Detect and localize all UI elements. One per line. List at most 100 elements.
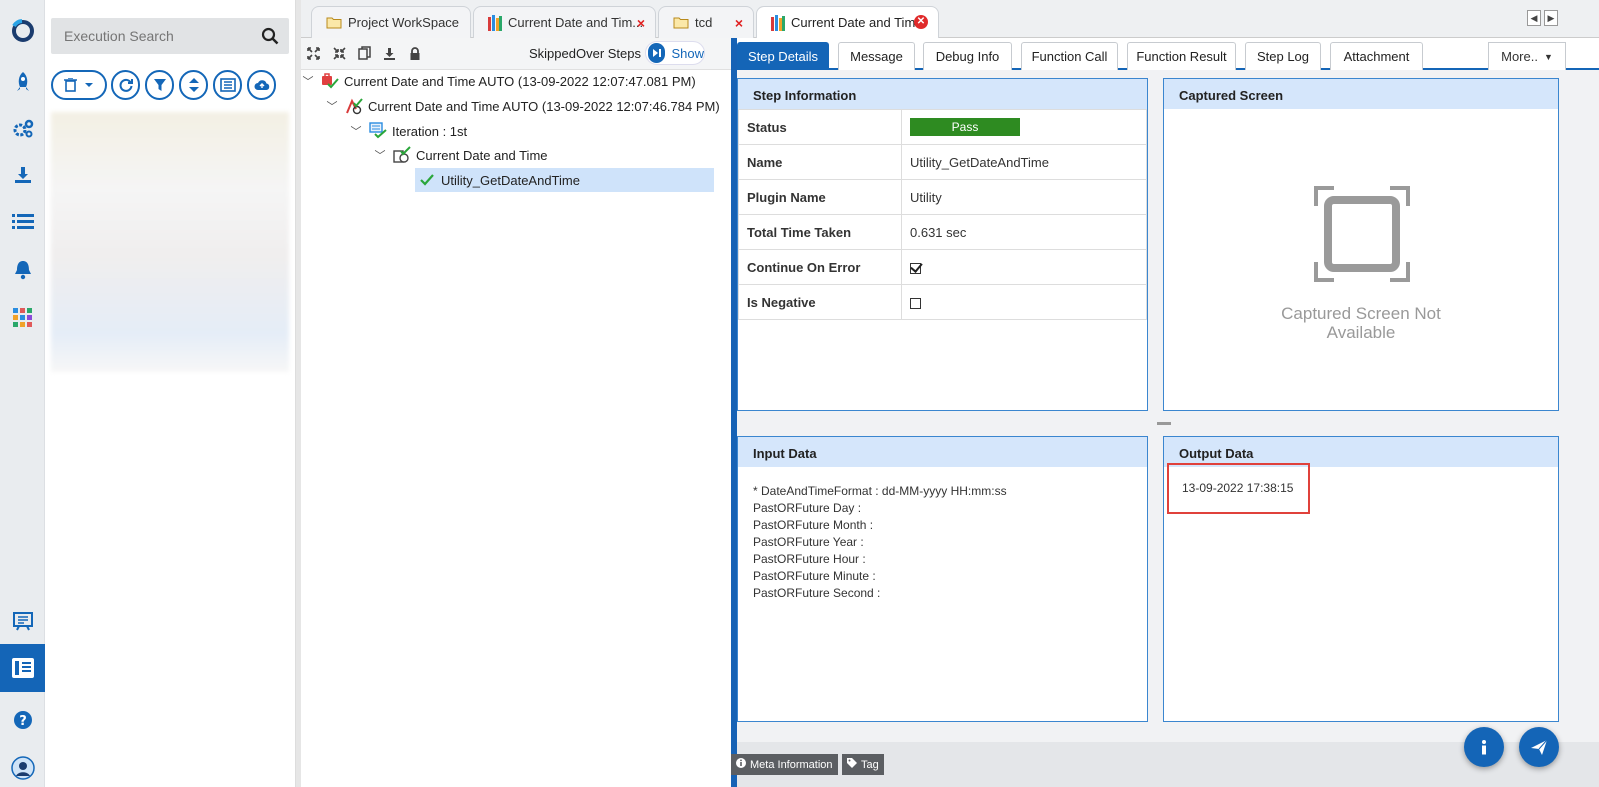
left-rail: ? [0,0,53,787]
info-fab-button[interactable] [1464,727,1504,767]
row-value [901,249,1147,285]
tab-message[interactable]: Message [838,42,915,70]
tree-node-label: Current Date and Time AUTO (13-09-2022 1… [368,98,720,114]
tree-node-label: Current Date and Time [416,147,548,163]
detail-tabs: Step Details Message Debug Info Function… [737,38,1599,70]
row-value: Utility_GetDateAndTime [901,144,1147,180]
tab-project-workspace[interactable]: Project WorkSpace [311,6,471,38]
output-data-panel: Output Data 13-09-2022 17:38:15 [1163,436,1559,722]
list-icon[interactable] [8,207,38,237]
horizontal-splitter[interactable] [1157,422,1171,425]
row-value: 0.631 sec [901,214,1147,250]
tree-node-suite[interactable]: ﹀ Current Date and Time AUTO (13-09-2022… [301,69,696,93]
launch-fab-button[interactable] [1519,727,1559,767]
tab-attachment[interactable]: Attachment [1330,42,1423,70]
caret-down-icon: ▼ [1543,51,1553,62]
tab-bar: Project WorkSpace Current Date and Tim..… [301,0,1599,38]
tab-scroll-left-icon[interactable]: ◀ [1527,10,1541,26]
rocket-icon[interactable] [8,67,38,97]
cloud-upload-button[interactable] [247,70,276,100]
filter-button[interactable] [145,70,174,100]
download-icon[interactable] [8,160,38,190]
chevron-down-icon[interactable]: ﹀ [349,123,363,139]
row-value: Utility [901,179,1147,215]
testcase-icon [488,14,502,31]
testcase-pass-icon [393,146,411,164]
airplane-icon [1531,739,1548,755]
row-value: Pass [901,109,1147,145]
table-row: Status Pass [738,109,1147,145]
tag-button[interactable]: Tag [842,754,884,775]
panel-title: Step Information [738,79,1147,109]
tab-tcd[interactable]: tcd × [658,6,754,38]
tree-node-step-selected[interactable]: Utility_GetDateAndTime [415,168,714,192]
table-row: Continue On Error [738,249,1147,285]
gears-icon[interactable] [8,114,38,144]
collapse-all-icon[interactable] [331,45,347,61]
copy-icon[interactable] [356,45,372,61]
close-tab-icon[interactable]: × [637,15,645,31]
step-information-panel: Step Information Status Pass Name Utilit… [737,78,1148,411]
tab-current-date-time-1[interactable]: Current Date and Tim... × [473,6,656,38]
tree-node-scenario[interactable]: ﹀ Current Date and Time AUTO (13-09-2022… [325,94,720,118]
status-badge: Pass [910,118,1020,136]
screenshot-placeholder-icon [1314,186,1410,285]
info-icon [736,758,746,771]
tab-function-call[interactable]: Function Call [1021,42,1118,70]
search-icon[interactable] [261,27,279,48]
table-row: Name Utility_GetDateAndTime [738,144,1147,180]
execution-tree-pane: SkippedOver Steps Show ﹀ Current Date an… [301,38,731,787]
tree-node-iteration[interactable]: ﹀ Iteration : 1st [349,119,467,143]
expand-all-icon[interactable] [305,45,321,61]
close-tab-icon[interactable]: ✕ [914,15,928,29]
export-icon[interactable] [381,45,397,61]
help-icon[interactable]: ? [8,705,38,735]
tab-function-result[interactable]: Function Result [1127,42,1236,70]
tab-debug-info[interactable]: Debug Info [923,42,1012,70]
show-label: Show [671,45,704,61]
skipped-steps-label: SkippedOver Steps [529,46,642,61]
sort-button[interactable] [179,70,208,100]
app-logo-icon[interactable] [8,16,38,46]
meta-information-button[interactable]: Meta Information [731,754,838,775]
input-data-panel: Input Data * DateAndTimeFormat : dd-MM-y… [737,436,1148,722]
table-row: Is Negative [738,284,1147,320]
tab-current-date-time-2[interactable]: Current Date and Tim... ✕ [756,6,939,38]
bell-icon[interactable] [8,255,38,285]
tree-toolbar: SkippedOver Steps Show [301,38,731,70]
row-key: Continue On Error [738,249,902,285]
execution-search-input[interactable] [51,18,251,54]
tree-node-testcase[interactable]: ﹀ Current Date and Time [373,143,548,167]
tab-label: Project WorkSpace [348,15,460,30]
show-skipped-toggle[interactable]: Show [645,41,705,65]
refresh-button[interactable] [111,70,140,100]
columns-button[interactable] [213,70,242,100]
apps-grid-icon[interactable] [8,303,38,333]
user-avatar-icon[interactable] [8,753,38,783]
row-value [901,284,1147,320]
table-row: Total Time Taken 0.631 sec [738,214,1147,250]
table-row: Plugin Name Utility [738,179,1147,215]
tree-node-label: Current Date and Time AUTO (13-09-2022 1… [344,73,696,89]
tab-label: Current Date and Tim... [508,15,644,30]
delete-dropdown-button[interactable] [51,70,107,100]
info-icon [1482,740,1486,755]
captured-screen-panel: Captured Screen Captured Screen Not Avai… [1163,78,1559,411]
no-capture-text: Captured Screen Not Available [1281,304,1441,342]
execution-report-icon[interactable] [8,653,38,683]
folder-icon [326,16,342,29]
chevron-down-icon[interactable]: ﹀ [325,98,339,114]
step-detail-area: Step Details Message Debug Info Function… [731,38,1599,787]
chevron-down-icon[interactable]: ﹀ [373,147,387,163]
close-tab-icon[interactable]: × [735,15,743,31]
scenario-pass-icon [345,97,363,115]
tab-scroll-right-icon[interactable]: ▶ [1544,10,1558,26]
more-tabs-dropdown[interactable]: More.. ▼ [1488,42,1566,70]
report-icon[interactable] [8,606,38,636]
input-line: PastORFuture Day : [753,501,862,515]
tab-step-details[interactable]: Step Details [737,42,829,70]
lock-icon[interactable] [407,45,423,61]
tab-step-log[interactable]: Step Log [1245,42,1321,70]
app-window: ? Execution Search Project WorkSpace Cur… [0,0,1599,787]
chevron-down-icon[interactable]: ﹀ [301,73,315,89]
